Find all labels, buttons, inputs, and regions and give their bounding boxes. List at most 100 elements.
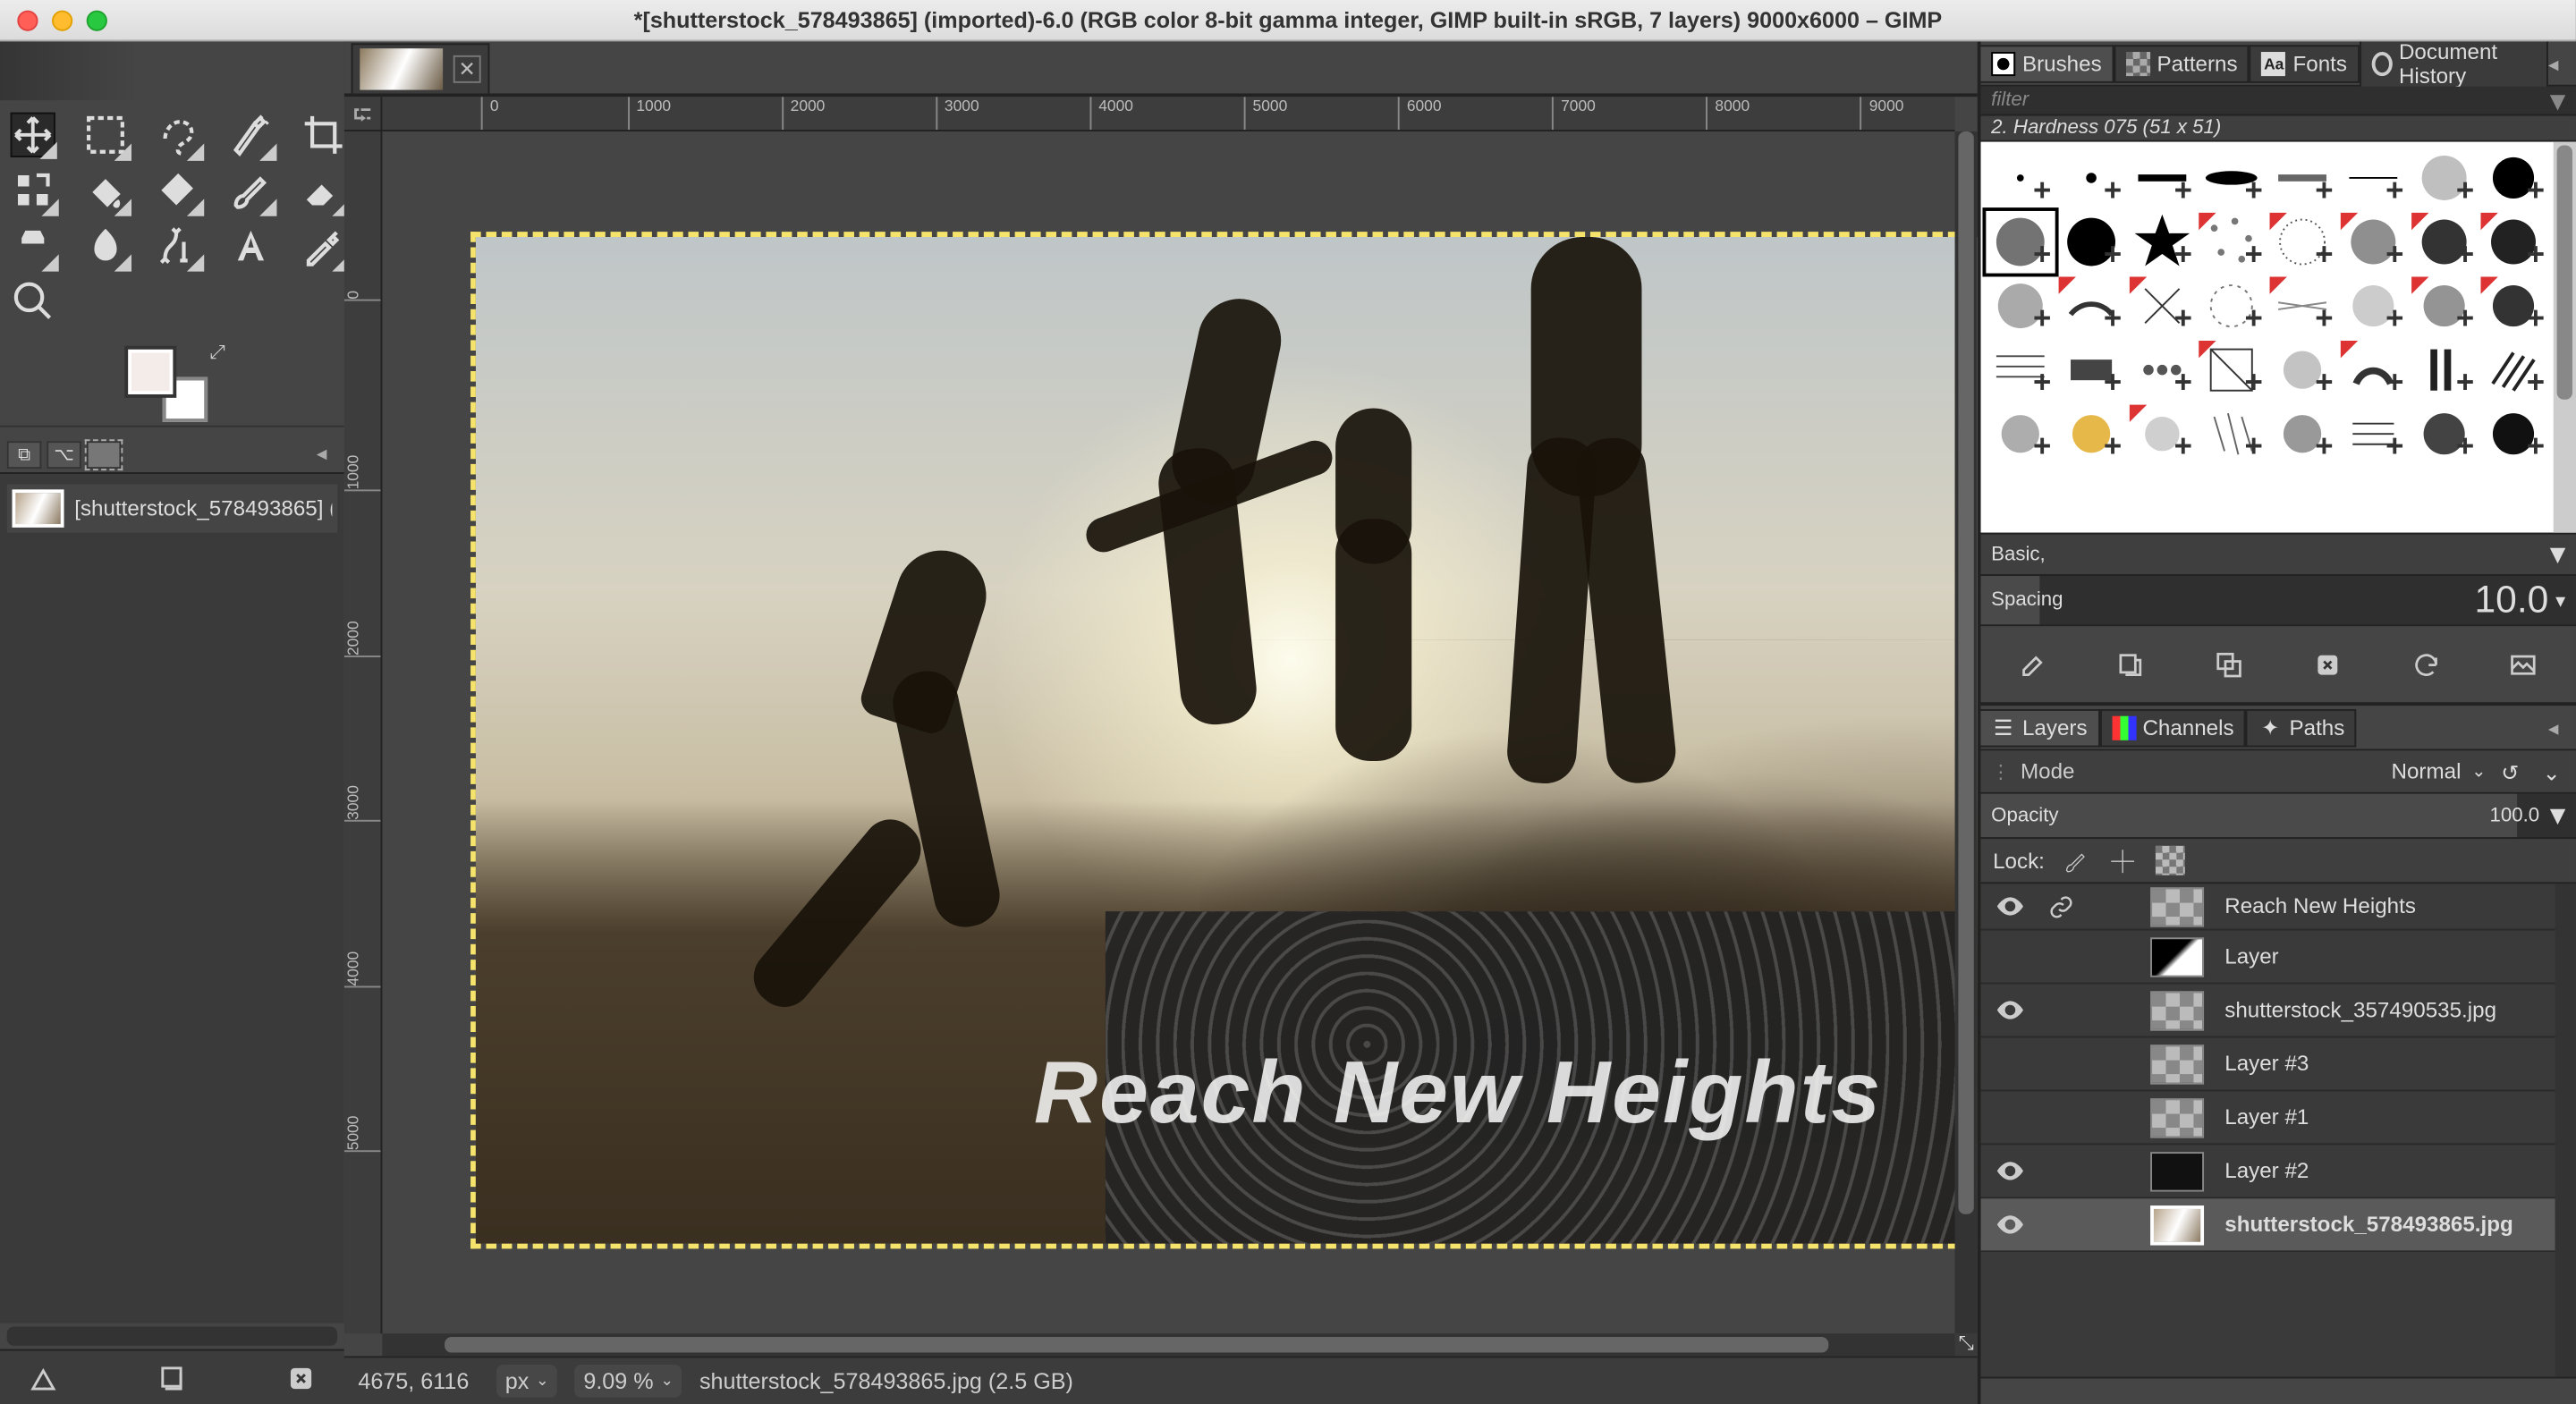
paths-tool[interactable] [156,223,200,267]
lock-alpha-button[interactable] [2156,846,2185,875]
open-as-image-button[interactable] [2489,635,2558,694]
brush-thumbnail[interactable]: + [2127,211,2196,274]
refresh-brushes-button[interactable] [2391,635,2460,694]
brush-spacing-slider[interactable]: Spacing 10.0 ▾ [1981,574,2576,624]
tab-fonts[interactable]: Aa Fonts [2250,44,2359,82]
layers-scrollbar[interactable] [2555,884,2576,1376]
brush-thumbnail[interactable]: + [2409,339,2478,402]
brush-thumbnail[interactable]: + [2409,403,2478,466]
tab-channels[interactable]: Channels [2099,708,2246,747]
brush-thumbnail[interactable]: + [2338,211,2407,274]
canvas-viewport[interactable]: ⮓ 0 1000 2000 3000 4000 5000 6000 7000 8… [344,97,1978,1356]
images-tab[interactable] [87,441,122,469]
zoom-window-button[interactable] [87,10,107,30]
minimize-window-button[interactable] [52,10,72,30]
brush-thumbnail[interactable]: + [1986,211,2055,274]
layer-visibility-toggle[interactable] [1995,994,2026,1026]
color-picker-tool[interactable] [301,223,346,267]
lock-position-button[interactable] [2108,846,2138,875]
brush-thumbnail[interactable]: + [2127,403,2196,466]
brush-thumbnail[interactable]: + [2268,211,2337,274]
tab-patterns[interactable]: Patterns [2114,44,2250,82]
layer-name[interactable]: Layer #1 [2224,1105,2309,1129]
brush-thumbnail[interactable]: + [2056,403,2125,466]
toolbox-hscrollbar[interactable] [7,1326,337,1345]
image-list-item[interactable]: [shutterstock_578493865] (imp [7,485,337,533]
fg-color-swatch[interactable] [128,350,173,394]
brush-thumbnail[interactable]: + [2338,403,2407,466]
paintbrush-tool[interactable] [228,168,273,213]
brush-thumbnail[interactable]: + [2198,275,2267,338]
brush-thumbnail[interactable]: + [2268,403,2337,466]
brush-thumbnail[interactable]: + [2268,147,2337,209]
brush-thumbnail[interactable]: + [2268,275,2337,338]
tool-options-tab[interactable]: ⧉ [7,441,42,469]
mode-reset-button[interactable]: ↺ [2496,757,2524,785]
layer-row[interactable]: shutterstock_357490535.jpg [1981,985,2555,1038]
ruler-vertical[interactable]: 0 1000 2000 3000 4000 5000 [344,131,383,1333]
layer-name[interactable]: shutterstock_357490535.jpg [2224,998,2496,1022]
brush-thumbnail[interactable]: + [2127,147,2196,209]
wilber-icon[interactable] [17,1351,69,1403]
brush-thumbnail[interactable]: + [2338,275,2407,338]
brush-thumbnail[interactable]: + [2338,147,2407,209]
lock-pixels-button[interactable] [2062,846,2091,875]
layer-visibility-toggle[interactable] [1995,1155,2026,1187]
eraser-tool[interactable] [301,168,346,213]
brush-thumbnail[interactable]: + [2479,211,2548,274]
brush-thumbnail[interactable]: + [2056,147,2125,209]
brush-thumbnail[interactable]: + [2479,403,2548,466]
brush-grid-scrollbar[interactable] [2554,142,2576,533]
free-select-tool[interactable] [156,113,200,157]
layer-link-toggle[interactable] [2046,892,2074,920]
brush-thumbnail[interactable]: + [2056,211,2125,274]
canvas-hscrollbar[interactable] [382,1333,1954,1356]
ruler-horizontal[interactable]: 0 1000 2000 3000 4000 5000 6000 7000 800… [382,97,1954,131]
duplicate-brush-button[interactable] [2195,635,2264,694]
brush-thumbnail[interactable]: + [2056,275,2125,338]
layer-name[interactable]: shutterstock_578493865.jpg [2224,1213,2513,1237]
tab-layers[interactable]: ☰ Layers [1981,708,2100,747]
gradient-tool[interactable] [156,168,200,213]
mode-menu-button[interactable]: ⌄ [2538,757,2565,785]
zoom-selector[interactable]: 9.09 % ⌄ [575,1365,682,1398]
brush-thumbnail[interactable]: + [2268,339,2337,402]
layer-name[interactable]: Layer #2 [2224,1159,2309,1183]
brush-thumbnail[interactable]: + [2127,339,2196,402]
brush-thumbnail[interactable]: + [2127,275,2196,338]
new-brush-button[interactable] [2097,635,2165,694]
brush-thumbnail[interactable]: + [2198,339,2267,402]
bucket-fill-tool[interactable] [83,168,128,213]
layer-row[interactable]: Reach New Heights [1981,884,2555,930]
brush-thumbnail[interactable]: + [1986,339,2055,402]
brush-filter-input[interactable]: filter ▾ [1981,87,2576,116]
brush-thumbnail[interactable]: + [2409,275,2478,338]
new-display-icon[interactable] [146,1351,198,1403]
layer-name[interactable]: Reach New Heights [2224,894,2416,918]
layer-name[interactable]: Layer #3 [2224,1052,2309,1076]
text-tool[interactable] [228,223,273,267]
fuzzy-select-tool[interactable] [228,113,273,157]
layer-row[interactable]: Layer #1 [1981,1091,2555,1145]
navigation-button[interactable]: ⤡ [1955,1333,1978,1356]
layer-name[interactable]: Layer [2224,944,2279,968]
brush-thumbnail[interactable]: + [2479,275,2548,338]
edit-brush-button[interactable] [1998,635,2067,694]
dock-menu-icon[interactable]: ◂ [317,441,337,469]
brush-thumbnail[interactable]: + [2479,339,2548,402]
ruler-origin[interactable]: ⮓ [344,97,383,131]
opacity-slider[interactable]: Opacity 100.0 ▾ [1981,794,2576,839]
layer-row[interactable]: Layer #2 [1981,1145,2555,1198]
brush-preset-selector[interactable]: Basic, ▾ [1981,533,2576,574]
brush-thumbnail[interactable]: + [2479,147,2548,209]
layer-row[interactable]: shutterstock_578493865.jpg [1981,1198,2555,1252]
dock-menu-icon[interactable]: ◂ [2548,51,2576,75]
unit-selector[interactable]: px ⌄ [496,1365,557,1398]
brush-thumbnail[interactable]: + [1986,403,2055,466]
brush-thumbnail[interactable]: + [2198,147,2267,209]
tab-close-button[interactable]: ✕ [453,55,481,83]
mode-selector[interactable]: Normal ⌄ [2392,759,2487,783]
transform-tool[interactable] [11,168,55,213]
brush-thumbnail[interactable]: + [1986,275,2055,338]
brush-thumbnail[interactable]: + [2198,403,2267,466]
